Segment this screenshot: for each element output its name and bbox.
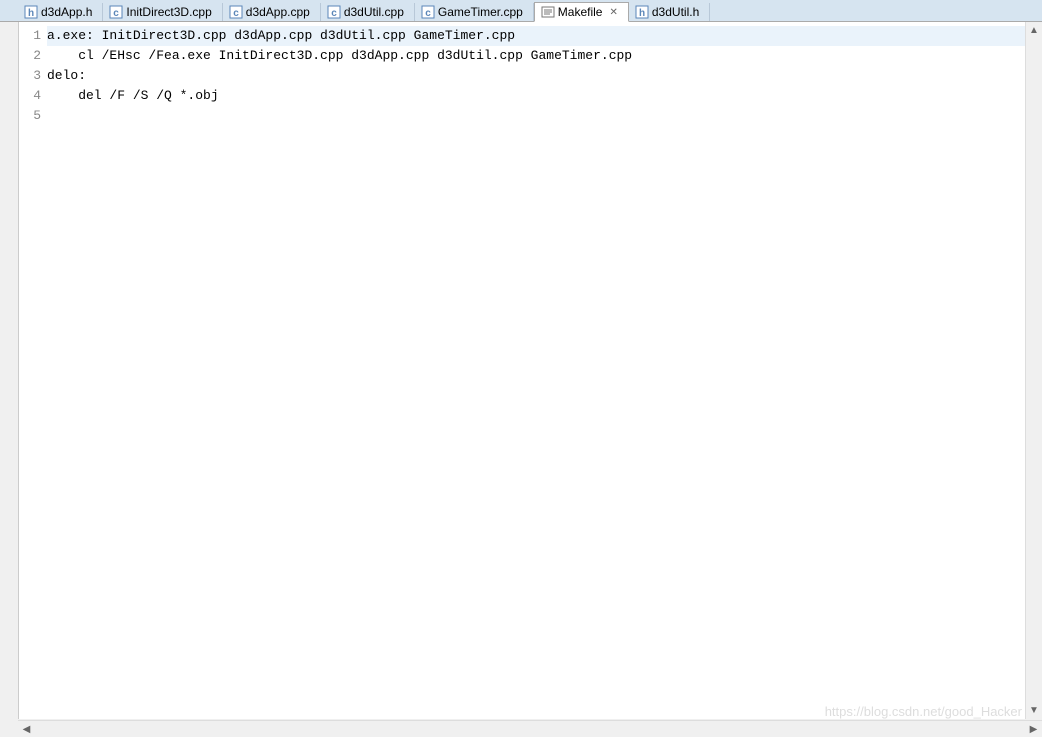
code-line[interactable]: a.exe: InitDirect3D.cpp d3dApp.cpp d3dUt… <box>47 26 1025 46</box>
horizontal-scroll-track[interactable] <box>35 721 1025 737</box>
left-margin <box>0 22 18 737</box>
svg-text:c: c <box>331 8 337 19</box>
tab-d3dutil-cpp[interactable]: c d3dUtil.cpp <box>321 3 415 21</box>
scroll-left-arrow[interactable]: ◀ <box>18 721 35 737</box>
tab-makefile[interactable]: Makefile ✕ <box>534 2 629 22</box>
tab-label: d3dUtil.h <box>652 5 699 19</box>
line-number: 1 <box>19 26 41 46</box>
code-line[interactable]: delo: <box>47 66 1025 86</box>
tabs-bar: h d3dApp.h c InitDirect3D.cpp c d3dApp.cpp c d3… <box>0 0 1042 22</box>
tab-gametimer-cpp[interactable]: c GameTimer.cpp <box>415 3 534 21</box>
horizontal-scrollbar[interactable]: ◀ ▶ <box>18 720 1042 737</box>
tab-label: d3dApp.cpp <box>246 5 310 19</box>
svg-text:h: h <box>639 8 645 19</box>
line-number: 5 <box>19 106 41 126</box>
tab-d3dutil-h[interactable]: h d3dUtil.h <box>629 3 710 21</box>
tab-label: d3dApp.h <box>41 5 92 19</box>
scroll-right-arrow[interactable]: ▶ <box>1025 721 1042 737</box>
code-line[interactable]: del /F /S /Q *.obj <box>47 86 1025 106</box>
tab-initdirect3d-cpp[interactable]: c InitDirect3D.cpp <box>103 3 222 21</box>
tab-label: d3dUtil.cpp <box>344 5 404 19</box>
line-number: 2 <box>19 46 41 66</box>
line-number: 3 <box>19 66 41 86</box>
editor-container: 12345 a.exe: InitDirect3D.cpp d3dApp.cpp… <box>18 22 1042 719</box>
svg-text:c: c <box>233 8 239 19</box>
scroll-down-arrow[interactable]: ▼ <box>1026 702 1042 719</box>
svg-text:h: h <box>28 8 34 19</box>
makefile-icon <box>541 5 555 19</box>
tab-d3dapp-h[interactable]: h d3dApp.h <box>18 3 103 21</box>
vertical-scrollbar[interactable]: ▲ ▼ <box>1025 22 1042 719</box>
scroll-up-arrow[interactable]: ▲ <box>1026 22 1042 39</box>
svg-text:c: c <box>425 8 431 19</box>
svg-text:c: c <box>114 8 120 19</box>
tab-label: GameTimer.cpp <box>438 5 523 19</box>
code-line[interactable] <box>47 106 1025 126</box>
close-icon[interactable]: ✕ <box>609 7 617 18</box>
line-number-gutter: 12345 <box>19 22 47 719</box>
cpp-file-icon: c <box>421 5 435 19</box>
vertical-scroll-track[interactable] <box>1026 39 1042 702</box>
cpp-file-icon: c <box>327 5 341 19</box>
code-line[interactable]: cl /EHsc /Fea.exe InitDirect3D.cpp d3dAp… <box>47 46 1025 66</box>
cpp-file-icon: c <box>109 5 123 19</box>
code-area[interactable]: a.exe: InitDirect3D.cpp d3dApp.cpp d3dUt… <box>47 22 1025 719</box>
header-file-icon: h <box>24 5 38 19</box>
line-number: 4 <box>19 86 41 106</box>
tab-label: Makefile <box>558 5 603 19</box>
cpp-file-icon: c <box>229 5 243 19</box>
header-file-icon: h <box>635 5 649 19</box>
tab-label: InitDirect3D.cpp <box>126 5 211 19</box>
tab-d3dapp-cpp[interactable]: c d3dApp.cpp <box>223 3 321 21</box>
